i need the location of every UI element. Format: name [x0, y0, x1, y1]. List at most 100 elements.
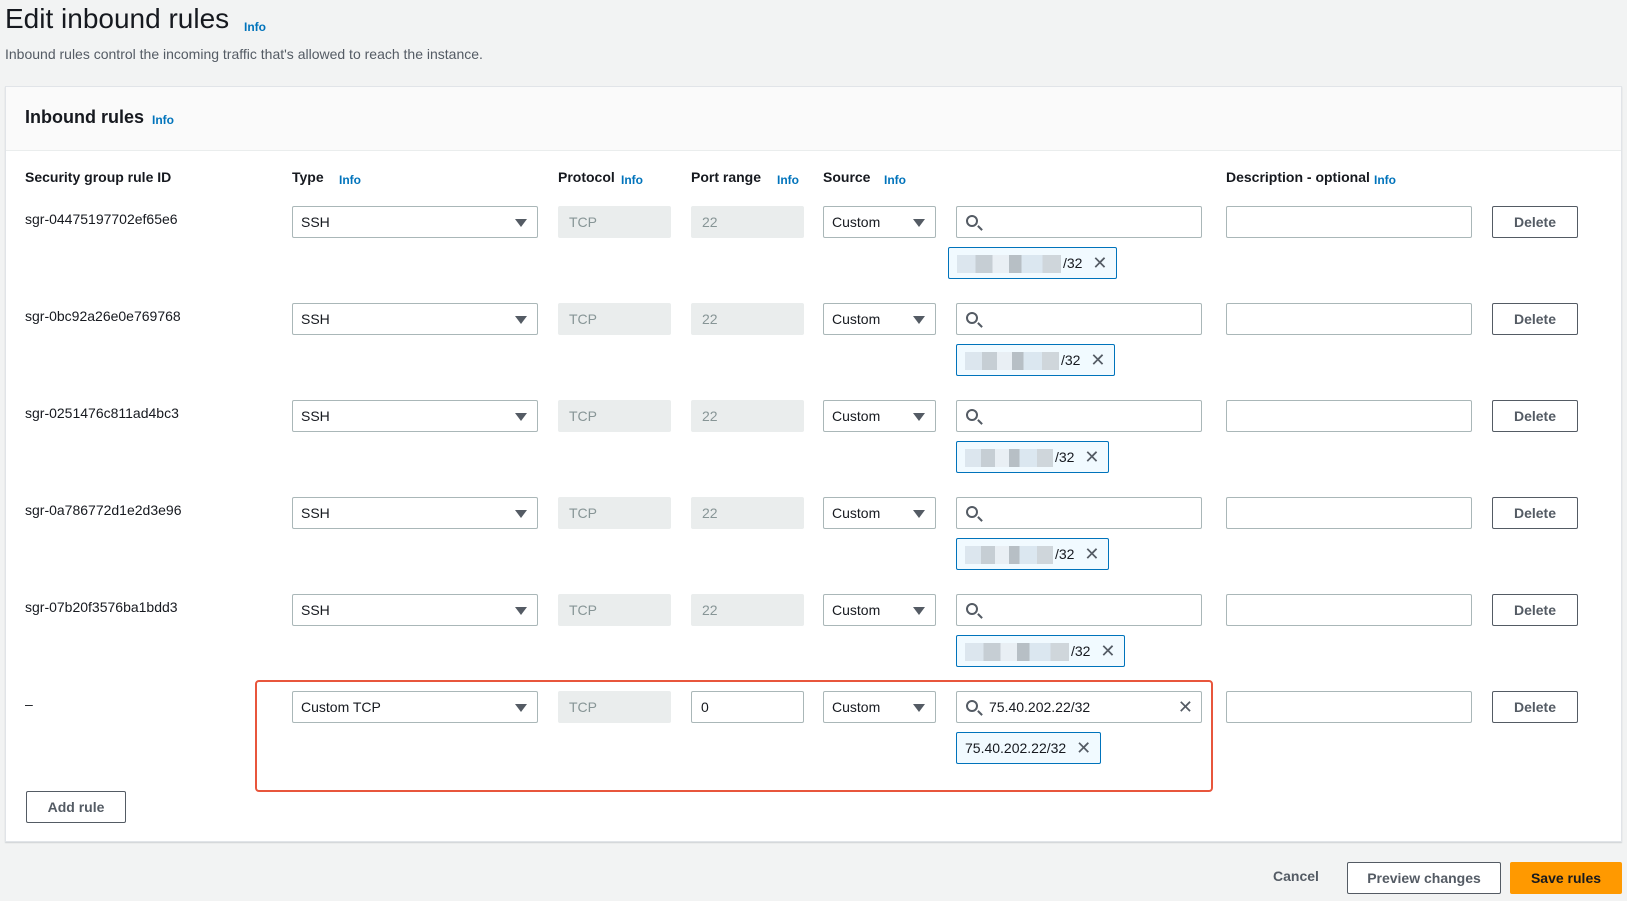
token-suffix: /32	[1071, 643, 1091, 659]
rule-row: sgr-0a786772d1e2d3e96 SSH TCP 22 Custom …	[6, 492, 1621, 589]
remove-token-icon[interactable]: ✕	[1092, 253, 1107, 274]
source-select[interactable]: Custom	[823, 497, 936, 529]
search-icon	[966, 603, 978, 615]
cancel-button[interactable]: Cancel	[1273, 868, 1319, 884]
remove-token-icon[interactable]: ✕	[1100, 641, 1115, 662]
cidr-token: /32 ✕	[956, 441, 1110, 473]
caret-down-icon	[515, 510, 527, 518]
protocol-field: TCP	[558, 497, 671, 529]
redacted-ip	[965, 352, 1059, 371]
delete-button[interactable]: Delete	[1492, 691, 1578, 723]
panel-title-info-link[interactable]: Info	[152, 113, 174, 127]
column-header-type: Type	[292, 169, 324, 185]
port-range-field: 22	[691, 206, 804, 238]
search-icon	[966, 312, 978, 324]
protocol-info-link[interactable]: Info	[621, 173, 643, 187]
cidr-token: /32 ✕	[956, 538, 1110, 570]
remove-token-icon[interactable]: ✕	[1084, 544, 1099, 565]
rule-row: sgr-04475197702ef65e6 SSH TCP 22 Custom …	[6, 201, 1621, 298]
port-range-field: 22	[691, 400, 804, 432]
column-header-protocol: Protocol	[558, 169, 615, 185]
description-input[interactable]	[1226, 206, 1472, 238]
new-rule-highlight	[255, 680, 1213, 792]
description-info-link[interactable]: Info	[1374, 173, 1396, 187]
protocol-field: TCP	[558, 594, 671, 626]
rule-id: sgr-07b20f3576ba1bdd3	[25, 599, 178, 615]
token-suffix: /32	[1055, 449, 1075, 465]
source-select[interactable]: Custom	[823, 594, 936, 626]
page-title-info-link[interactable]: Info	[244, 20, 266, 34]
description-input[interactable]	[1226, 594, 1472, 626]
delete-button[interactable]: Delete	[1492, 206, 1578, 238]
cidr-token: /32 ✕	[956, 344, 1116, 376]
search-icon	[966, 409, 978, 421]
port-range-field: 22	[691, 594, 804, 626]
protocol-field: TCP	[558, 303, 671, 335]
remove-token-icon[interactable]: ✕	[1084, 447, 1099, 468]
type-info-link[interactable]: Info	[339, 173, 361, 187]
redacted-ip	[965, 449, 1053, 468]
token-suffix: /32	[1055, 546, 1075, 562]
search-icon	[966, 215, 978, 227]
rule-row: sgr-0251476c811ad4bc3 SSH TCP 22 Custom …	[6, 395, 1621, 492]
type-value: SSH	[301, 311, 330, 327]
page-title: Edit inbound rules	[5, 3, 230, 34]
preview-changes-button[interactable]: Preview changes	[1347, 862, 1501, 894]
cidr-search-input[interactable]	[956, 497, 1202, 529]
token-suffix: /32	[1061, 352, 1081, 368]
caret-down-icon	[913, 607, 925, 615]
description-input[interactable]	[1226, 400, 1472, 432]
source-value: Custom	[832, 408, 881, 424]
panel-header: Inbound rules Info	[6, 87, 1621, 151]
add-rule-button[interactable]: Add rule	[26, 791, 126, 823]
cidr-search-input[interactable]	[956, 303, 1202, 335]
rule-id: sgr-0a786772d1e2d3e96	[25, 502, 182, 518]
type-value: SSH	[301, 408, 330, 424]
cidr-search-input[interactable]	[956, 400, 1202, 432]
source-value: Custom	[832, 602, 881, 618]
protocol-field: TCP	[558, 206, 671, 238]
port-range-field: 22	[691, 303, 804, 335]
caret-down-icon	[515, 219, 527, 227]
port-range-info-link[interactable]: Info	[777, 173, 799, 187]
type-select[interactable]: SSH	[292, 497, 538, 529]
rule-id: sgr-0251476c811ad4bc3	[25, 405, 179, 421]
type-select[interactable]: SSH	[292, 303, 538, 335]
type-select[interactable]: SSH	[292, 206, 538, 238]
source-select[interactable]: Custom	[823, 303, 936, 335]
type-value: SSH	[301, 214, 330, 230]
redacted-ip	[965, 546, 1053, 565]
search-icon	[966, 506, 978, 518]
page-description: Inbound rules control the incoming traff…	[5, 46, 483, 62]
source-value: Custom	[832, 311, 881, 327]
description-input[interactable]	[1226, 497, 1472, 529]
type-select[interactable]: SSH	[292, 594, 538, 626]
delete-button[interactable]: Delete	[1492, 400, 1578, 432]
column-header-source: Source	[823, 169, 871, 185]
delete-button[interactable]: Delete	[1492, 303, 1578, 335]
column-header-port-range: Port range	[691, 169, 762, 185]
delete-button[interactable]: Delete	[1492, 497, 1578, 529]
column-header-description: Description - optional	[1226, 169, 1370, 185]
caret-down-icon	[913, 510, 925, 518]
cidr-search-input[interactable]	[956, 594, 1202, 626]
type-select[interactable]: SSH	[292, 400, 538, 432]
source-info-link[interactable]: Info	[884, 173, 906, 187]
caret-down-icon	[515, 316, 527, 324]
delete-button[interactable]: Delete	[1492, 594, 1578, 626]
type-value: SSH	[301, 505, 330, 521]
description-input[interactable]	[1226, 691, 1472, 723]
source-select[interactable]: Custom	[823, 206, 936, 238]
column-header-rule-id: Security group rule ID	[25, 169, 172, 185]
cidr-search-input[interactable]	[956, 206, 1202, 238]
rule-id: –	[25, 696, 33, 712]
panel-title: Inbound rules	[25, 107, 144, 127]
protocol-field: TCP	[558, 400, 671, 432]
cidr-token: /32 ✕	[956, 635, 1126, 667]
caret-down-icon	[913, 316, 925, 324]
caret-down-icon	[515, 413, 527, 421]
remove-token-icon[interactable]: ✕	[1090, 350, 1105, 371]
save-rules-button[interactable]: Save rules	[1510, 862, 1622, 894]
source-select[interactable]: Custom	[823, 400, 936, 432]
description-input[interactable]	[1226, 303, 1472, 335]
